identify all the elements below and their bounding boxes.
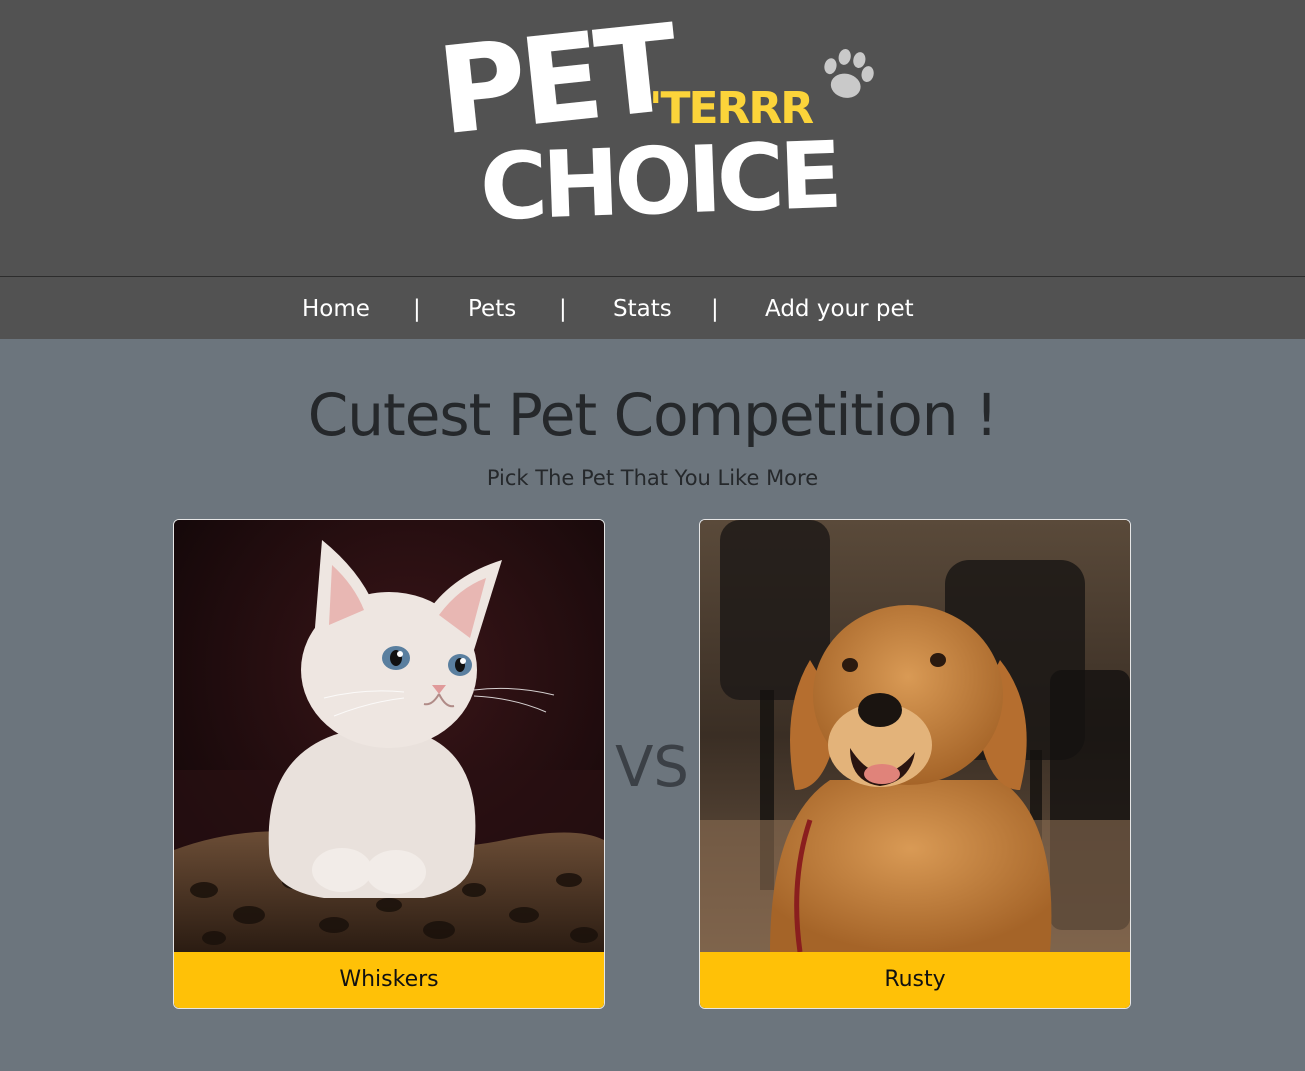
- candidate-card-rusty[interactable]: Rusty: [699, 519, 1131, 1009]
- golden-retriever-photo: [700, 520, 1130, 952]
- nav-add-pet-link[interactable]: Add your pet: [765, 294, 914, 324]
- nav-pets-link[interactable]: Pets: [468, 294, 516, 324]
- nav-separator: |: [413, 296, 421, 322]
- nav-stats-link[interactable]: Stats: [613, 294, 672, 324]
- nav-separator: |: [559, 296, 567, 322]
- candidate-name-bar[interactable]: Whiskers: [174, 952, 604, 1008]
- page-subtitle: Pick The Pet That You Like More: [486, 466, 819, 490]
- versus-label: VS: [615, 735, 689, 800]
- kitten-photo: [174, 520, 604, 952]
- candidate-card-whiskers[interactable]: Whiskers: [173, 519, 605, 1009]
- nav-home-link[interactable]: Home: [302, 294, 370, 324]
- logo-choice-text: CHOICE: [478, 121, 840, 242]
- site-header: PET 'TERRR CHOICE: [0, 0, 1305, 276]
- candidate-name: Whiskers: [339, 967, 439, 992]
- paw-icon: [824, 48, 874, 98]
- candidate-name-bar[interactable]: Rusty: [700, 952, 1130, 1008]
- candidate-name: Rusty: [884, 967, 946, 992]
- nav-separator: |: [711, 296, 719, 322]
- page-title: Cutest Pet Competition !: [307, 381, 998, 449]
- pet-choice-logo[interactable]: PET 'TERRR CHOICE: [425, 0, 885, 250]
- main-nav: Home | Pets | Stats | Add your pet: [0, 277, 1305, 339]
